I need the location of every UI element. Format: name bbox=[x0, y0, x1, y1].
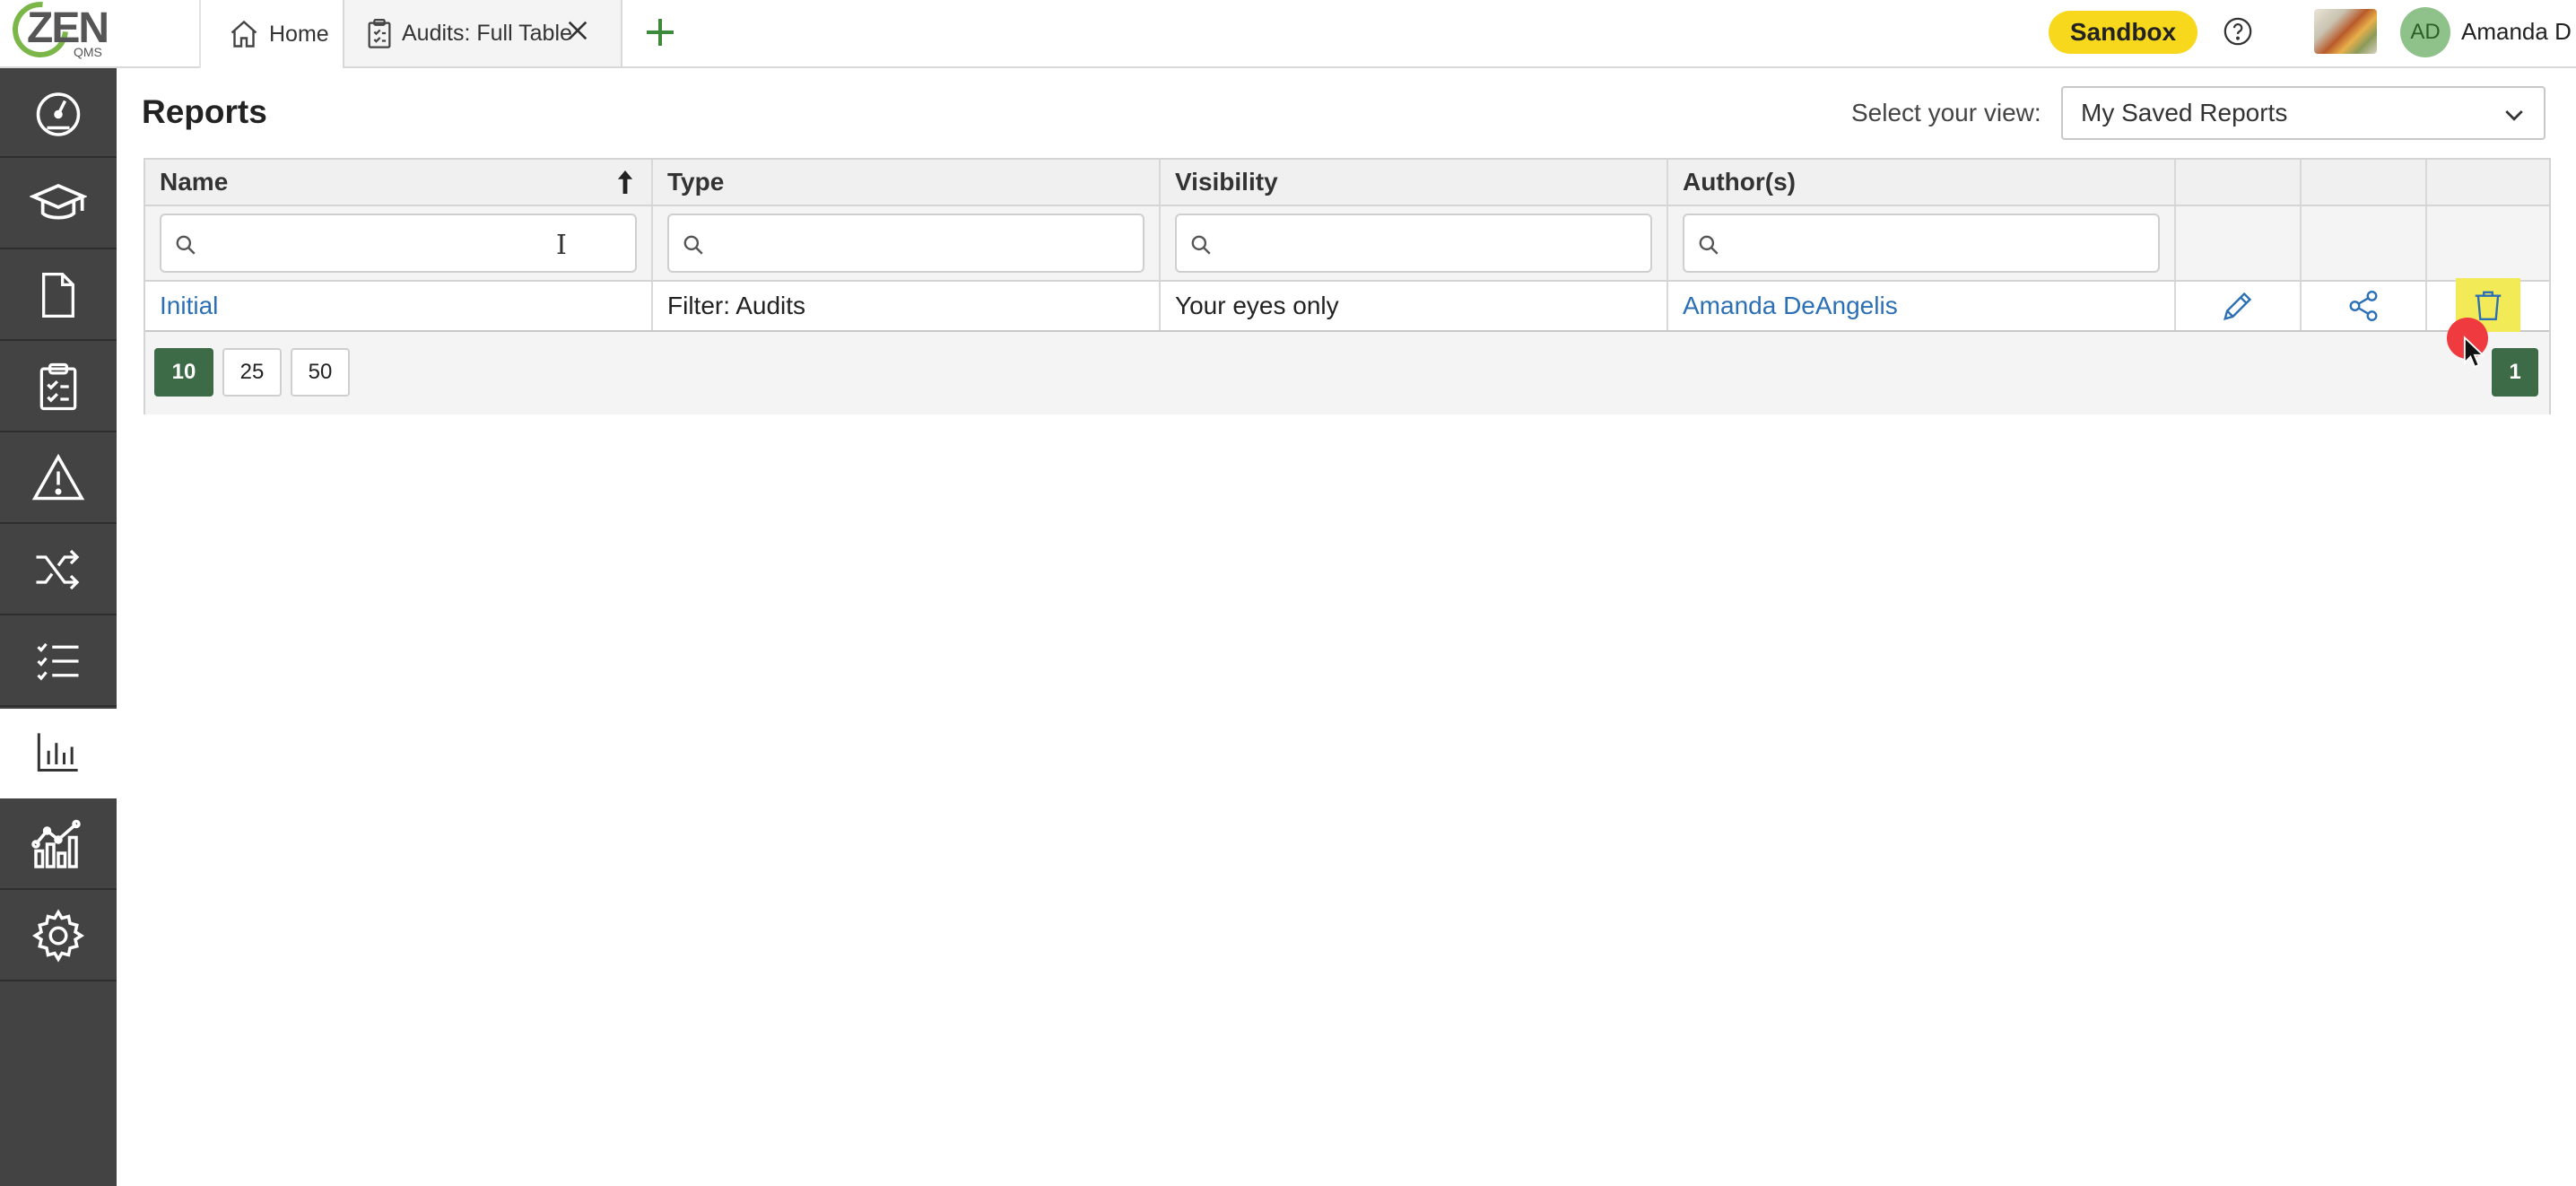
report-name-link[interactable]: Initial bbox=[145, 282, 653, 330]
top-bar: ZEN QMS Home Audits: Full Table Sandbox … bbox=[0, 0, 2576, 69]
reports-table: Name Type Visibility Author(s) I Initial… bbox=[144, 158, 2551, 414]
column-header-label: Visibility bbox=[1175, 168, 1278, 196]
report-author-link[interactable]: Amanda DeAngelis bbox=[1668, 282, 2176, 330]
clipboard-checklist-icon bbox=[39, 362, 77, 411]
shuffle-icon bbox=[36, 549, 80, 590]
sidebar-item-reports[interactable] bbox=[0, 709, 117, 798]
mouse-pointer-icon bbox=[2463, 336, 2485, 368]
sidebar-item-analytics[interactable] bbox=[0, 800, 117, 890]
report-visibility: Your eyes only bbox=[1161, 282, 1668, 330]
graduation-cap-icon bbox=[30, 183, 87, 220]
name-filter-input[interactable]: I bbox=[160, 214, 637, 273]
filter-cell-visibility bbox=[1161, 206, 1668, 280]
sort-ascending-icon[interactable] bbox=[615, 170, 635, 194]
filter-cell-empty bbox=[2427, 206, 2549, 280]
sidebar-item-training[interactable] bbox=[0, 160, 117, 249]
view-select-value: My Saved Reports bbox=[2081, 99, 2288, 126]
table-row: Initial Filter: Audits Your eyes only Am… bbox=[145, 278, 2549, 332]
search-icon bbox=[1191, 235, 1211, 255]
search-icon bbox=[683, 235, 703, 255]
table-filter-row: I bbox=[145, 206, 2549, 282]
line-chart-icon bbox=[31, 819, 81, 868]
search-icon bbox=[176, 235, 196, 255]
page-number-button[interactable]: 1 bbox=[2492, 348, 2538, 397]
page-title: Reports bbox=[142, 93, 267, 130]
filter-cell-empty bbox=[2176, 206, 2302, 280]
chevron-down-icon bbox=[2505, 110, 2523, 121]
page-size-25-button[interactable]: 25 bbox=[222, 348, 282, 397]
trash-icon bbox=[2475, 291, 2502, 321]
report-type: Filter: Audits bbox=[653, 282, 1161, 330]
checklist-icon bbox=[37, 642, 79, 681]
visibility-filter-input[interactable] bbox=[1175, 214, 1652, 273]
column-header-delete bbox=[2427, 160, 2549, 205]
column-header-edit bbox=[2176, 160, 2302, 205]
page-size-10-button[interactable]: 10 bbox=[154, 348, 213, 397]
pagination-bar: 10 25 50 1 bbox=[145, 332, 2549, 414]
organization-image[interactable] bbox=[2314, 9, 2377, 54]
document-icon bbox=[42, 273, 74, 318]
clipboard-icon bbox=[368, 18, 391, 48]
filter-cell-authors bbox=[1668, 206, 2176, 280]
column-header-type[interactable]: Type bbox=[653, 160, 1161, 205]
bar-chart-icon bbox=[37, 733, 78, 772]
tab-audits-full-table[interactable]: Audits: Full Table bbox=[343, 0, 622, 68]
sandbox-badge[interactable]: Sandbox bbox=[2049, 11, 2197, 54]
sidebar-item-settings[interactable] bbox=[0, 892, 117, 981]
tab-home-label: Home bbox=[269, 21, 329, 47]
user-name[interactable]: Amanda D bbox=[2461, 18, 2572, 46]
view-select-label: Select your view: bbox=[1851, 99, 2041, 126]
column-header-label: Author(s) bbox=[1683, 168, 1796, 196]
share-icon bbox=[2349, 290, 2378, 322]
filter-cell-empty bbox=[2302, 206, 2427, 280]
page-size-50-button[interactable]: 50 bbox=[291, 348, 350, 397]
sidebar-item-change[interactable] bbox=[0, 526, 117, 615]
warning-icon bbox=[31, 453, 85, 501]
share-report-button[interactable] bbox=[2302, 282, 2427, 330]
table-header-row: Name Type Visibility Author(s) bbox=[145, 160, 2549, 206]
sidebar-item-tasks[interactable] bbox=[0, 617, 117, 707]
filter-cell-name: I bbox=[145, 206, 653, 280]
edit-report-button[interactable] bbox=[2176, 282, 2302, 330]
tab-audits-label: Audits: Full Table bbox=[402, 20, 572, 46]
type-filter-input[interactable] bbox=[667, 214, 1144, 273]
logo-subtext: QMS bbox=[74, 45, 102, 59]
help-icon[interactable] bbox=[2223, 16, 2253, 47]
filter-cell-type bbox=[653, 206, 1161, 280]
delete-report-button[interactable] bbox=[2427, 278, 2549, 332]
speedometer-icon bbox=[36, 92, 81, 136]
column-header-visibility[interactable]: Visibility bbox=[1161, 160, 1668, 205]
close-icon[interactable] bbox=[563, 16, 592, 45]
column-header-authors[interactable]: Author(s) bbox=[1668, 160, 2176, 205]
sidebar-item-documents[interactable] bbox=[0, 251, 117, 341]
avatar[interactable]: AD bbox=[2400, 7, 2450, 57]
authors-filter-input[interactable] bbox=[1683, 214, 2160, 273]
sidebar-item-risk[interactable] bbox=[0, 434, 117, 524]
sidebar-item-audits[interactable] bbox=[0, 343, 117, 432]
gear-icon bbox=[31, 909, 85, 963]
text-cursor-icon: I bbox=[556, 230, 567, 261]
home-icon bbox=[231, 20, 257, 48]
view-select[interactable]: My Saved Reports bbox=[2061, 86, 2546, 140]
search-icon bbox=[1699, 235, 1719, 255]
column-header-share bbox=[2302, 160, 2427, 205]
add-tab-icon[interactable] bbox=[642, 14, 678, 50]
tab-home[interactable]: Home bbox=[199, 0, 343, 68]
column-header-label: Name bbox=[160, 168, 229, 196]
pencil-icon bbox=[2224, 292, 2252, 320]
column-header-label: Type bbox=[667, 168, 725, 196]
zen-qms-logo[interactable]: ZEN QMS bbox=[1, 0, 117, 69]
column-header-name[interactable]: Name bbox=[145, 160, 653, 205]
sidebar-item-dashboard[interactable] bbox=[0, 68, 117, 158]
sidebar bbox=[0, 68, 117, 1186]
